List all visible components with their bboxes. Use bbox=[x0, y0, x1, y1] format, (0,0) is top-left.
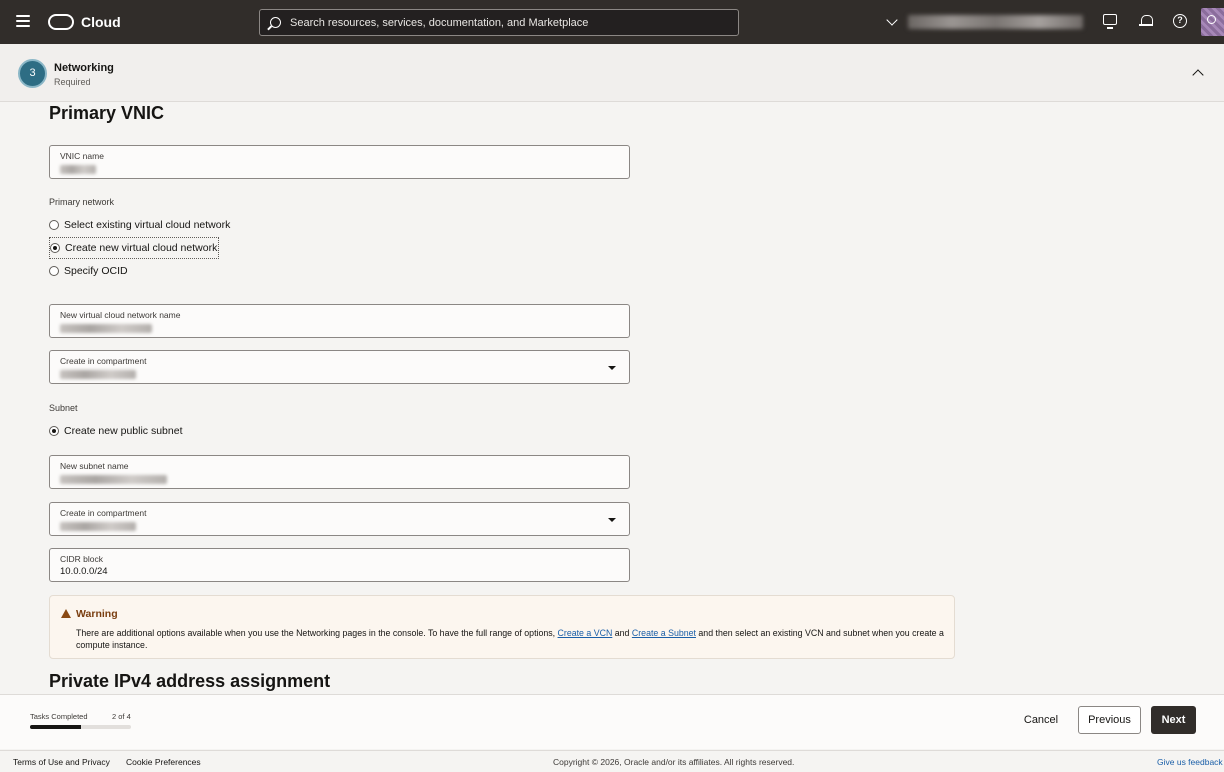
chevron-up-icon[interactable] bbox=[1192, 69, 1204, 81]
legal-footer: Terms of Use and Privacy Cookie Preferen… bbox=[0, 750, 1224, 772]
cidr-block-label: CIDR block bbox=[60, 554, 103, 564]
primary-vnic-heading: Primary VNIC bbox=[49, 103, 165, 123]
primary-network-label: Primary network bbox=[49, 197, 115, 207]
radio-label: Select existing virtual cloud network bbox=[64, 219, 231, 231]
tasks-progress-bar bbox=[30, 725, 131, 729]
radio-button-checked[interactable] bbox=[50, 243, 60, 253]
radio-specify-ocid[interactable]: Specify OCID bbox=[49, 261, 128, 281]
vcn-compartment-select[interactable]: Create in compartment bbox=[49, 350, 630, 384]
notifications-bell-icon[interactable] bbox=[1139, 14, 1153, 28]
caret-down-icon[interactable] bbox=[608, 518, 616, 522]
terms-of-use-link[interactable]: Terms of Use and Privacy bbox=[13, 757, 110, 767]
step-title: Networking bbox=[54, 62, 114, 74]
cookie-preferences-link[interactable]: Cookie Preferences bbox=[126, 757, 201, 767]
tasks-completed-count: 2 of 4 bbox=[112, 712, 131, 721]
new-vcn-name-label: New virtual cloud network name bbox=[60, 310, 181, 320]
cidr-block-value[interactable]: 10.0.0.0/24 bbox=[60, 566, 108, 577]
vnic-name-label: VNIC name bbox=[60, 151, 104, 161]
radio-button[interactable] bbox=[49, 220, 59, 230]
radio-label: Specify OCID bbox=[64, 265, 128, 277]
networking-warning-banner: Warning There are additional options ava… bbox=[49, 595, 955, 659]
warning-text-start: There are additional options available w… bbox=[76, 628, 558, 638]
tasks-completed-label: Tasks Completed bbox=[30, 712, 88, 721]
step-header: 3 Networking Required bbox=[0, 44, 1224, 102]
chevron-down-icon[interactable] bbox=[886, 14, 898, 26]
help-icon[interactable]: ? bbox=[1173, 14, 1187, 28]
subnet-label: Subnet bbox=[49, 403, 78, 413]
new-subnet-name-value-redacted bbox=[60, 475, 167, 484]
create-vcn-link[interactable]: Create a VCN bbox=[558, 628, 613, 638]
caret-down-icon[interactable] bbox=[608, 366, 616, 370]
cidr-block-field[interactable]: CIDR block 10.0.0.0/24 bbox=[49, 548, 630, 582]
warning-triangle-icon bbox=[61, 609, 71, 618]
step-subtitle: Required bbox=[54, 77, 91, 87]
step-number-badge: 3 bbox=[18, 59, 47, 88]
search-input[interactable] bbox=[290, 10, 730, 35]
cancel-button[interactable]: Cancel bbox=[1017, 706, 1065, 734]
new-subnet-name-field[interactable]: New subnet name bbox=[49, 455, 630, 489]
subnet-compartment-label: Create in compartment bbox=[60, 508, 147, 518]
copyright-text: Copyright © 2026, Oracle and/or its affi… bbox=[553, 757, 795, 767]
subnet-compartment-value-redacted bbox=[60, 522, 136, 531]
radio-label: Create new public subnet bbox=[64, 425, 183, 437]
oracle-logo-icon[interactable] bbox=[48, 14, 74, 30]
search-box[interactable] bbox=[259, 9, 739, 36]
radio-create-new-vcn[interactable]: Create new virtual cloud network bbox=[49, 237, 220, 259]
user-avatar-icon[interactable] bbox=[1201, 8, 1224, 36]
new-vcn-name-value-redacted bbox=[60, 324, 152, 333]
warning-title: Warning bbox=[76, 608, 118, 620]
create-subnet-link[interactable]: Create a Subnet bbox=[632, 628, 696, 638]
vnic-name-field[interactable]: VNIC name bbox=[49, 145, 630, 179]
search-icon bbox=[270, 17, 281, 28]
top-navigation-bar: Cloud ? bbox=[0, 0, 1224, 44]
vnic-name-value-redacted bbox=[60, 165, 96, 174]
radio-button[interactable] bbox=[49, 266, 59, 276]
new-subnet-name-label: New subnet name bbox=[60, 461, 129, 471]
previous-button[interactable]: Previous bbox=[1078, 706, 1141, 734]
new-vcn-name-field[interactable]: New virtual cloud network name bbox=[49, 304, 630, 338]
next-button[interactable]: Next bbox=[1151, 706, 1196, 734]
subnet-compartment-select[interactable]: Create in compartment bbox=[49, 502, 630, 536]
wizard-footer: Tasks Completed 2 of 4 Cancel Previous N… bbox=[0, 694, 1224, 749]
warning-text-and: and bbox=[612, 628, 632, 638]
give-feedback-link[interactable]: Give us feedback bbox=[1157, 757, 1223, 767]
tasks-progress-fill bbox=[30, 725, 81, 729]
radio-button-checked[interactable] bbox=[49, 426, 59, 436]
brand-name[interactable]: Cloud bbox=[81, 14, 121, 30]
radio-select-existing-vcn[interactable]: Select existing virtual cloud network bbox=[49, 215, 230, 235]
tenancy-selector[interactable] bbox=[908, 15, 1083, 29]
cloud-shell-icon[interactable] bbox=[1103, 14, 1117, 29]
vcn-compartment-label: Create in compartment bbox=[60, 356, 147, 366]
warning-message: There are additional options available w… bbox=[76, 627, 946, 651]
radio-label: Create new virtual cloud network bbox=[65, 242, 218, 254]
private-ipv4-heading: Private IPv4 address assignment bbox=[49, 671, 331, 691]
vcn-compartment-value-redacted bbox=[60, 370, 136, 379]
radio-create-new-public-subnet[interactable]: Create new public subnet bbox=[49, 421, 183, 441]
menu-icon[interactable] bbox=[16, 15, 30, 27]
